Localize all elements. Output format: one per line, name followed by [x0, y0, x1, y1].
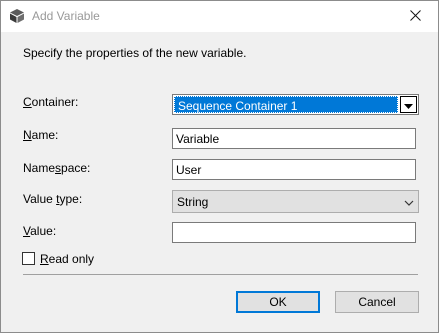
ok-button[interactable]: OK [236, 291, 320, 313]
value-type-selected-value: String [177, 195, 209, 209]
title-bar[interactable]: Add Variable [1, 1, 438, 32]
instructions-text: Specify the properties of the new variab… [23, 46, 247, 60]
container-dropdown-button[interactable] [400, 96, 417, 113]
name-input[interactable] [172, 128, 416, 149]
window-title: Add Variable [32, 9, 100, 23]
value-type-label: Value type: [23, 192, 83, 206]
container-label: Container: [23, 95, 79, 109]
separator [23, 274, 418, 275]
name-label: Name: [23, 128, 59, 142]
value-input[interactable] [172, 222, 416, 243]
chevron-down-icon [404, 98, 413, 112]
read-only-checkbox[interactable] [22, 252, 35, 265]
package-icon [9, 8, 25, 24]
container-selected-value: Sequence Container 1 [174, 96, 398, 113]
close-icon [409, 9, 421, 24]
chevron-down-icon [404, 196, 414, 210]
read-only-label[interactable]: Read only [40, 252, 94, 266]
add-variable-dialog: Add Variable Specify the properties of t… [0, 0, 439, 333]
value-label: Value: [23, 224, 57, 238]
close-button[interactable] [392, 1, 438, 32]
container-dropdown[interactable]: Sequence Container 1 [172, 94, 419, 115]
cancel-button[interactable]: Cancel [335, 291, 419, 313]
value-type-dropdown[interactable]: String [172, 190, 419, 213]
namespace-label: Namespace: [23, 161, 91, 175]
namespace-input[interactable] [172, 159, 416, 180]
